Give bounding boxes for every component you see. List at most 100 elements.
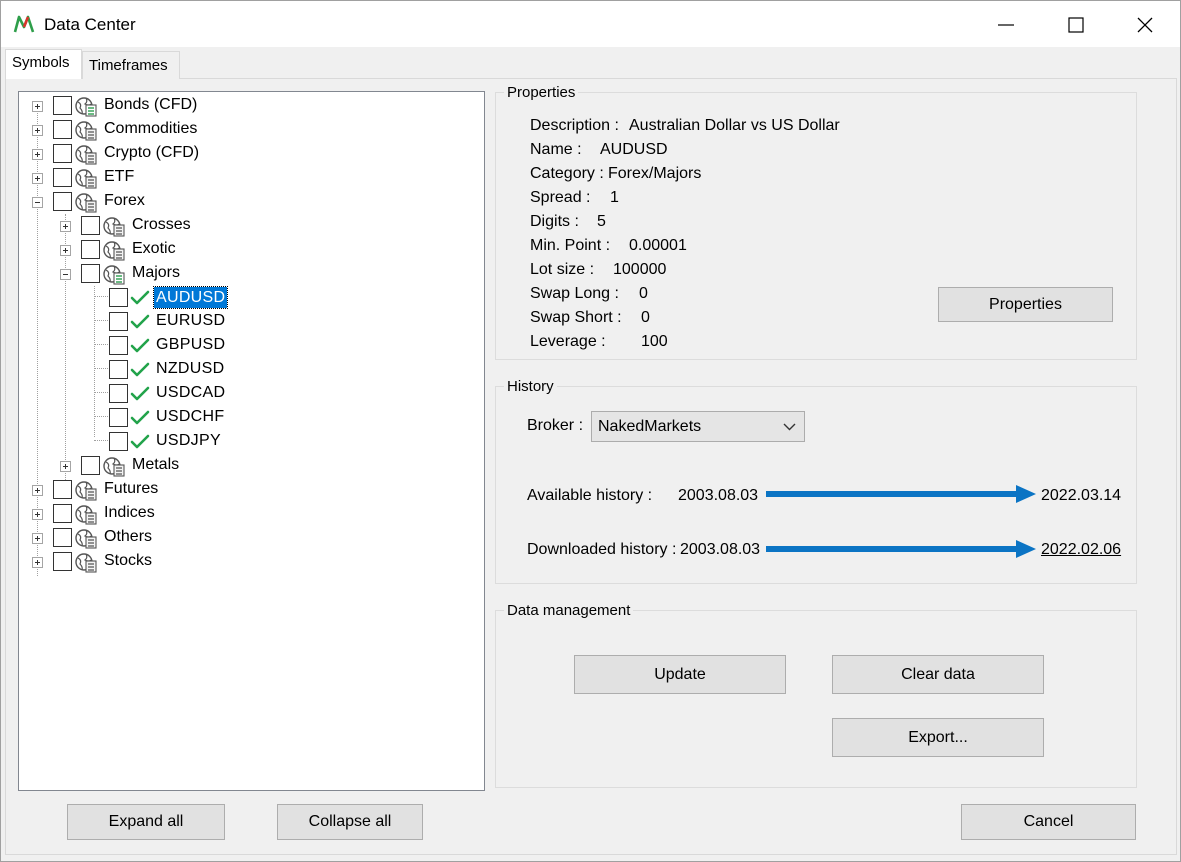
tree-node-checkbox[interactable] xyxy=(53,528,72,547)
update-button[interactable]: Update xyxy=(574,655,786,694)
tree-node-checkbox[interactable] xyxy=(81,264,100,283)
check-icon xyxy=(130,433,150,451)
expand-all-button[interactable]: Expand all xyxy=(67,804,225,840)
tree-node-others[interactable]: Others xyxy=(19,526,479,550)
tree-node-forex[interactable]: Forex xyxy=(19,190,479,214)
globe-icon xyxy=(74,94,98,118)
expand-toggle-icon[interactable] xyxy=(32,485,43,496)
tree-node-indices[interactable]: Indices xyxy=(19,502,479,526)
tree-node-checkbox[interactable] xyxy=(109,432,128,451)
tree-node-exotic[interactable]: Exotic xyxy=(19,238,479,262)
tree-node-checkbox[interactable] xyxy=(53,168,72,187)
minimize-button[interactable] xyxy=(972,1,1042,47)
tree-node-stocks[interactable]: Stocks xyxy=(19,550,479,574)
tree-node-checkbox[interactable] xyxy=(53,480,72,499)
tree-node-majors[interactable]: Majors xyxy=(19,262,479,286)
tree-node-label: Exotic xyxy=(132,240,176,257)
property-value: AUDUSD xyxy=(600,141,668,158)
tree-node-checkbox[interactable] xyxy=(109,312,128,331)
property-value: Forex/Majors xyxy=(608,165,702,182)
close-button[interactable] xyxy=(1111,1,1181,47)
tab-symbols-label: Symbols xyxy=(12,54,70,71)
collapse-toggle-icon[interactable] xyxy=(60,269,71,280)
tree-node-checkbox[interactable] xyxy=(81,216,100,235)
expand-toggle-icon[interactable] xyxy=(32,509,43,520)
tree-node-label: AUDUSD xyxy=(152,286,229,309)
tree-node-usdjpy[interactable]: USDJPY xyxy=(19,430,479,454)
tree-node-checkbox[interactable] xyxy=(81,240,100,259)
expand-toggle-icon[interactable] xyxy=(60,245,71,256)
tab-symbols[interactable]: Symbols xyxy=(5,49,82,79)
check-icon xyxy=(130,313,150,331)
tree-node-metals[interactable]: Metals xyxy=(19,454,479,478)
tree-node-label: GBPUSD xyxy=(156,336,226,353)
tree-node-audusd[interactable]: AUDUSD xyxy=(19,286,479,310)
expand-toggle-icon[interactable] xyxy=(60,461,71,472)
check-icon xyxy=(130,337,150,355)
maximize-icon xyxy=(1068,17,1084,33)
app-logo-icon xyxy=(13,15,35,33)
expand-toggle-icon[interactable] xyxy=(32,125,43,136)
tree-node-usdchf[interactable]: USDCHF xyxy=(19,406,479,430)
tree-node-label: USDCAD xyxy=(156,384,226,401)
property-value: 1 xyxy=(610,189,619,206)
broker-select[interactable]: NakedMarkets xyxy=(591,411,805,442)
tree-node-nzdusd[interactable]: NZDUSD xyxy=(19,358,479,382)
tree-node-label: NZDUSD xyxy=(156,360,225,377)
tree-node-checkbox[interactable] xyxy=(109,360,128,379)
tree-node-checkbox[interactable] xyxy=(109,408,128,427)
expand-toggle-icon[interactable] xyxy=(32,173,43,184)
tree-node-checkbox[interactable] xyxy=(53,144,72,163)
tree-node-checkbox[interactable] xyxy=(109,336,128,355)
globe-icon xyxy=(74,166,98,190)
tree-node-checkbox[interactable] xyxy=(109,384,128,403)
tree-node-checkbox[interactable] xyxy=(53,96,72,115)
tree-node-label: EURUSD xyxy=(156,312,226,329)
tree-node-label: ETF xyxy=(104,168,135,185)
maximize-button[interactable] xyxy=(1042,1,1112,47)
symbols-tree[interactable]: Bonds (CFD) Commodities Crypto (CFD) ETF xyxy=(18,91,485,791)
export-button[interactable]: Export... xyxy=(832,718,1044,757)
globe-icon xyxy=(74,550,98,574)
tree-node-etf[interactable]: ETF xyxy=(19,166,479,190)
tree-node-gbpusd[interactable]: GBPUSD xyxy=(19,334,479,358)
title-bar[interactable]: Data Center xyxy=(1,1,1180,47)
tree-node-checkbox[interactable] xyxy=(109,288,128,307)
expand-toggle-icon[interactable] xyxy=(60,221,71,232)
tree-node-label: Commodities xyxy=(104,120,198,137)
clear-data-button[interactable]: Clear data xyxy=(832,655,1044,694)
expand-toggle-icon[interactable] xyxy=(32,101,43,112)
properties-group-title: Properties xyxy=(504,84,579,101)
collapse-all-button[interactable]: Collapse all xyxy=(277,804,423,840)
check-icon xyxy=(130,385,150,403)
globe-icon xyxy=(74,190,98,214)
tree-node-label: Crosses xyxy=(132,216,191,233)
tree-node-bonds-cfd[interactable]: Bonds (CFD) xyxy=(19,94,479,118)
tree-node-checkbox[interactable] xyxy=(53,192,72,211)
cancel-button[interactable]: Cancel xyxy=(961,804,1136,840)
tab-timeframes[interactable]: Timeframes xyxy=(82,51,180,79)
tree-node-crosses[interactable]: Crosses xyxy=(19,214,479,238)
tree-node-label: Bonds (CFD) xyxy=(104,96,198,113)
check-icon xyxy=(130,361,150,379)
downloaded-history-to[interactable]: 2022.02.06 xyxy=(1041,541,1121,559)
expand-toggle-icon[interactable] xyxy=(32,533,43,544)
expand-toggle-icon[interactable] xyxy=(32,149,43,160)
tree-node-checkbox[interactable] xyxy=(53,120,72,139)
tree-node-checkbox[interactable] xyxy=(81,456,100,475)
tree-node-eurusd[interactable]: EURUSD xyxy=(19,310,479,334)
downloaded-history-label: Downloaded history : xyxy=(527,541,677,558)
tree-node-commodities[interactable]: Commodities xyxy=(19,118,479,142)
property-key: Category : xyxy=(530,165,604,182)
minimize-icon xyxy=(998,24,1014,26)
properties-button[interactable]: Properties xyxy=(938,287,1113,322)
tree-node-usdcad[interactable]: USDCAD xyxy=(19,382,479,406)
tree-node-checkbox[interactable] xyxy=(53,504,72,523)
tree-node-futures[interactable]: Futures xyxy=(19,478,479,502)
expand-toggle-icon[interactable] xyxy=(32,557,43,568)
tree-node-checkbox[interactable] xyxy=(53,552,72,571)
collapse-toggle-icon[interactable] xyxy=(32,197,43,208)
property-key: Description : xyxy=(530,117,619,134)
property-key: Swap Long : xyxy=(530,285,619,302)
tree-node-crypto-cfd[interactable]: Crypto (CFD) xyxy=(19,142,479,166)
